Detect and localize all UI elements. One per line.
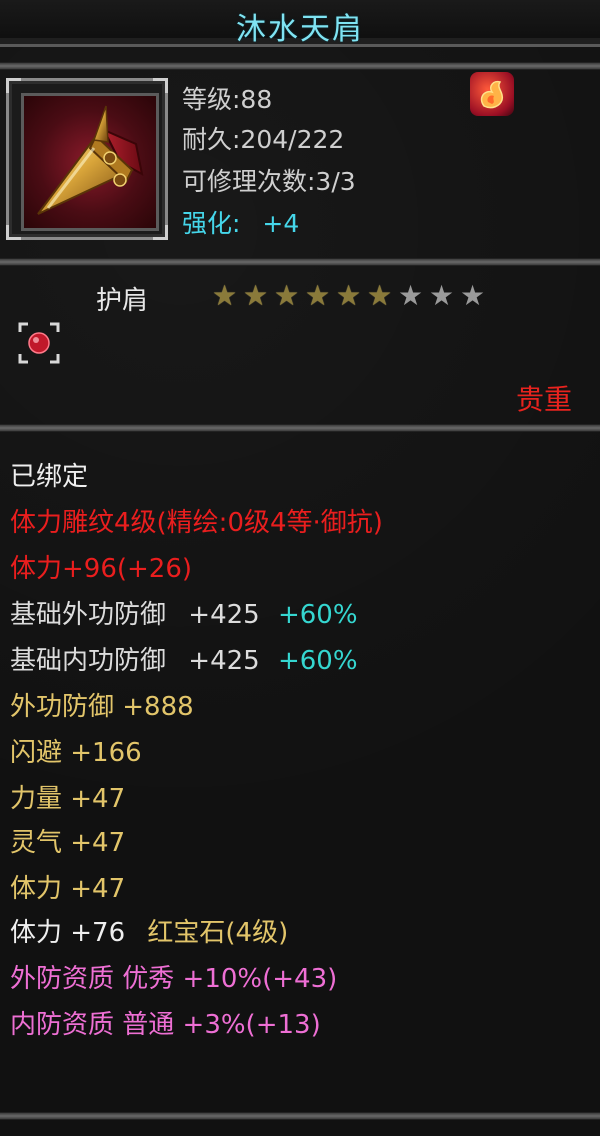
- star-filled-icon: ★: [274, 279, 300, 312]
- star-empty-icon: ★: [398, 279, 424, 312]
- dodge-stat: 闪避 +166: [10, 738, 142, 768]
- stat-value: +425: [188, 646, 260, 676]
- inner-defense-quality: 内防资质 普通 +3%(+13): [10, 1010, 321, 1040]
- flame-emblem-graphic: [480, 80, 504, 109]
- frame-corner: [6, 225, 21, 240]
- item-level: 等级:88: [182, 85, 273, 114]
- equipment-slot-name: 护肩: [96, 286, 149, 316]
- stamina-stat: 体力 +47: [10, 874, 126, 904]
- rarity-label: 贵重: [515, 383, 572, 416]
- gem-stat: 体力 +76 红宝石(4级): [10, 912, 288, 949]
- item-icon-background: [21, 93, 159, 231]
- gem-name: 红宝石(4级): [147, 918, 289, 948]
- frame-corner: [6, 78, 21, 93]
- stat-label: 基础内功防御: [10, 646, 167, 676]
- bound-status: 已绑定: [10, 462, 89, 492]
- item-icon-frame: [6, 78, 168, 240]
- stamina-bonus-stat: 体力+96(+26): [10, 554, 193, 584]
- outer-defense-stat: 外功防御 +888: [10, 692, 194, 722]
- gem-stat-value: 体力 +76: [10, 918, 126, 948]
- item-tooltip-panel: 沐水天肩 等级:88 耐久:204/222 可修理次数:3/3 强化: +4 护…: [0, 0, 600, 1136]
- stat-percent: +60%: [277, 600, 358, 630]
- enhance-value: +4: [262, 209, 300, 238]
- golden-shoulder-pad-icon: [37, 105, 144, 215]
- flame-emblem-icon: [470, 72, 514, 116]
- item-repair-count: 可修理次数:3/3: [182, 167, 356, 196]
- stat-value: +425: [188, 600, 260, 630]
- strength-stat: 力量 +47: [10, 784, 126, 814]
- divider: [0, 1112, 600, 1120]
- item-title: 沐水天肩: [236, 12, 364, 47]
- title-bar: 沐水天肩: [0, 0, 600, 47]
- stat-label: 基础外功防御: [10, 600, 167, 630]
- star-empty-icon: ★: [429, 279, 455, 312]
- spirit-stat: 灵气 +47: [10, 828, 126, 858]
- base-inner-defense-stat: 基础内功防御 +425 +60%: [10, 640, 358, 677]
- item-enhance: 强化: +4: [182, 204, 299, 240]
- star-filled-icon: ★: [367, 279, 393, 312]
- divider: [0, 62, 600, 70]
- star-empty-icon: ★: [460, 279, 486, 312]
- divider: [0, 258, 600, 266]
- frame-corner: [153, 78, 168, 93]
- star-filled-icon: ★: [305, 279, 331, 312]
- star-filled-icon: ★: [212, 279, 238, 312]
- red-gem-socket-icon: [18, 322, 60, 364]
- item-durability: 耐久:204/222: [182, 125, 345, 154]
- enhance-label: 强化:: [182, 209, 241, 238]
- stat-percent: +60%: [277, 646, 358, 676]
- carving-stat: 体力雕纹4级(精绘:0级4等·御抗): [10, 508, 383, 538]
- star-filled-icon: ★: [243, 279, 269, 312]
- socket-graphic: [18, 322, 60, 364]
- outer-defense-quality: 外防资质 优秀 +10%(+43): [10, 964, 338, 994]
- star-filled-icon: ★: [336, 279, 362, 312]
- base-outer-defense-stat: 基础外功防御 +425 +60%: [10, 594, 358, 631]
- divider: [0, 424, 600, 432]
